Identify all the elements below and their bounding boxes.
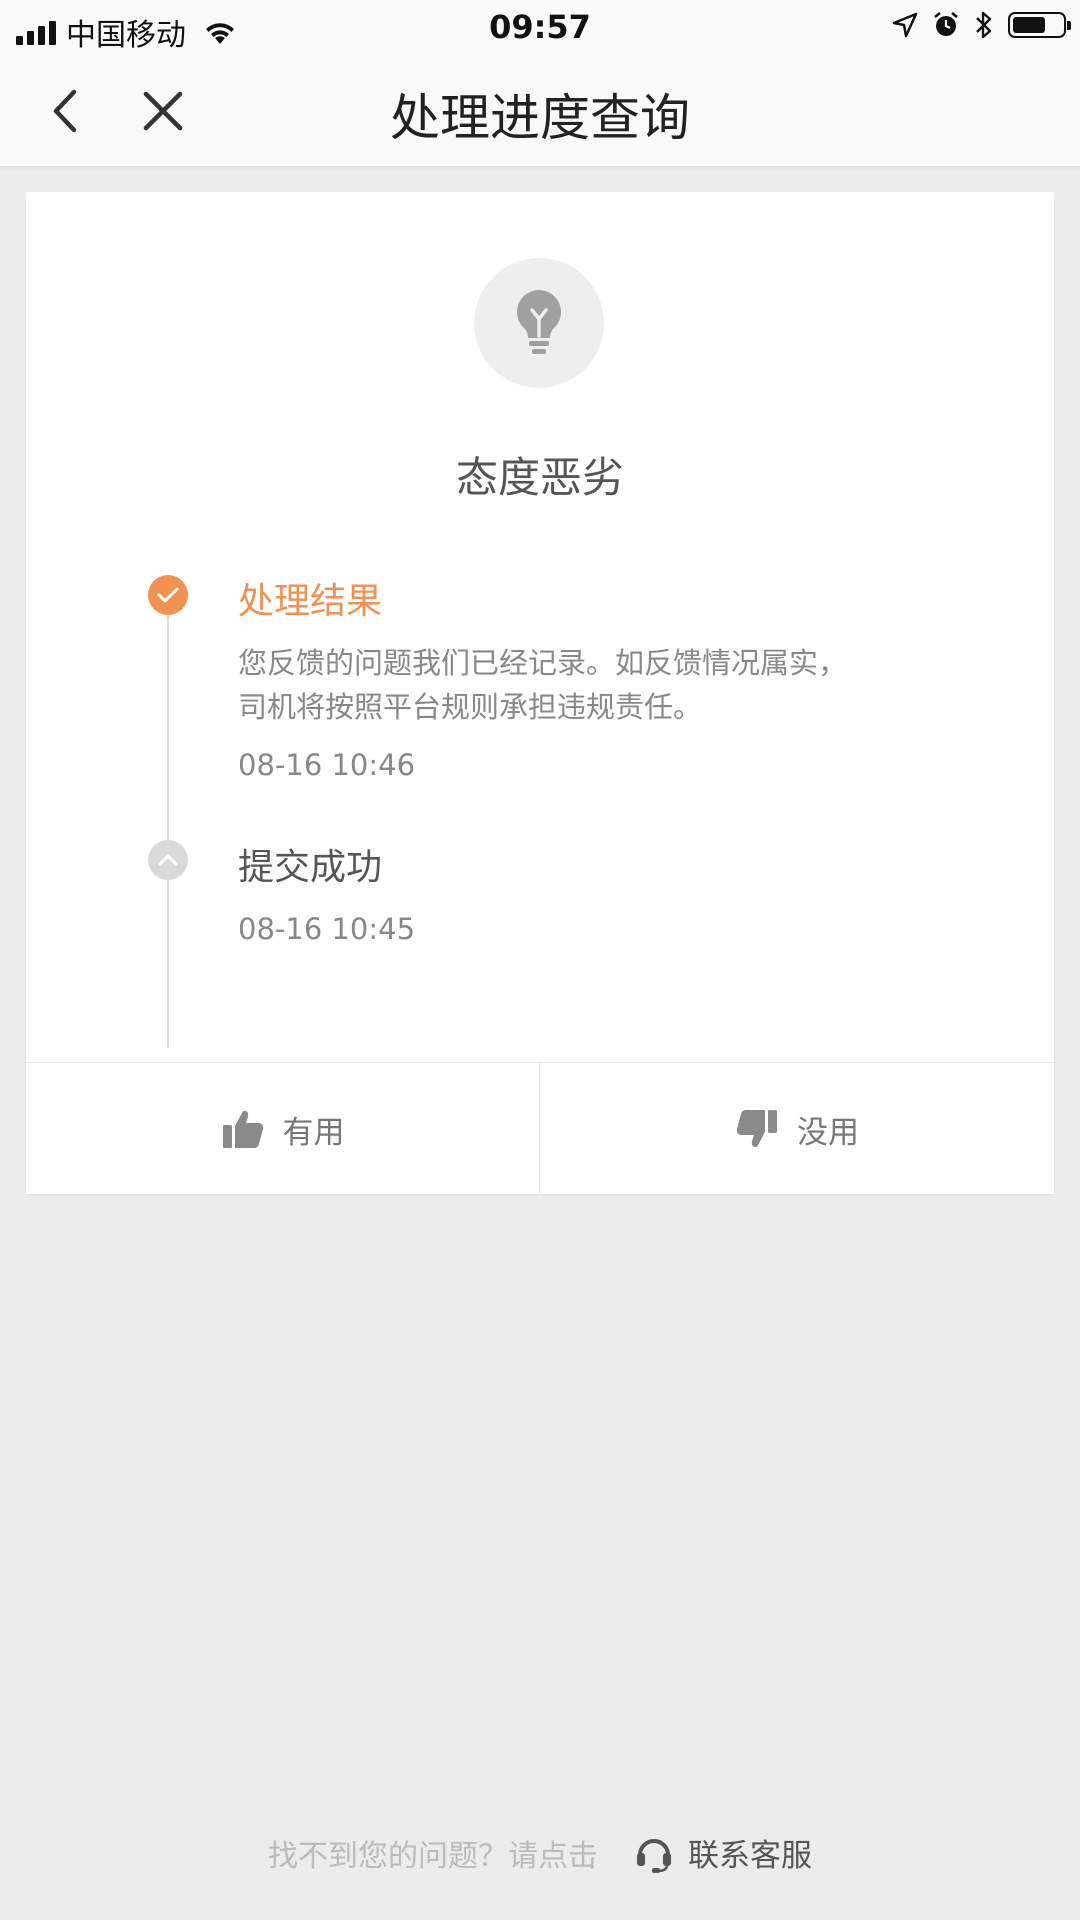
timeline-step-time: 08-16 10:45 bbox=[238, 912, 416, 946]
lightbulb-icon bbox=[516, 289, 562, 354]
check-icon bbox=[148, 575, 188, 615]
feedback-row: 有用 没用 bbox=[26, 1062, 1054, 1195]
status-right bbox=[892, 10, 1071, 40]
timeline-line bbox=[167, 612, 169, 1048]
thumbs-down-icon bbox=[736, 1110, 777, 1148]
timeline-step-title: 处理结果 bbox=[238, 581, 383, 622]
location-icon bbox=[892, 12, 918, 38]
progress-card: 态度恶劣 处理结果 您反馈的问题我们已经记录。如反馈情况属实， 司机将按照平台规… bbox=[26, 192, 1054, 1195]
status-bar: 中国移动 09:57 bbox=[0, 0, 1080, 54]
timeline-step-title: 提交成功 bbox=[238, 847, 383, 888]
useless-button[interactable]: 没用 bbox=[540, 1063, 1054, 1195]
alarm-icon bbox=[934, 11, 958, 36]
bluetooth-icon bbox=[976, 11, 992, 39]
useful-button[interactable]: 有用 bbox=[26, 1063, 540, 1195]
battery-icon bbox=[1008, 12, 1071, 38]
description-line: 司机将按照平台规则承担违规责任。 bbox=[238, 690, 703, 724]
headset-icon bbox=[637, 1838, 671, 1873]
contact-support-button[interactable]: 联系客服 bbox=[634, 1830, 812, 1875]
issue-title: 态度恶劣 bbox=[455, 453, 624, 502]
useless-label: 没用 bbox=[797, 1114, 859, 1151]
footer-prompt: 找不到您的问题？请点击 bbox=[268, 1838, 598, 1874]
chevron-up-icon bbox=[148, 840, 188, 880]
nav-bar: 处理进度查询 bbox=[0, 54, 1080, 166]
timeline-step-time: 08-16 10:46 bbox=[238, 748, 416, 782]
description-line: 您反馈的问题我们已经记录。如反馈情况属实， bbox=[238, 646, 848, 680]
useful-label: 有用 bbox=[282, 1114, 345, 1151]
contact-support-label: 联系客服 bbox=[688, 1838, 812, 1874]
issue-icon-circle bbox=[474, 258, 604, 388]
thumbs-up-icon bbox=[222, 1110, 263, 1148]
page-title: 处理进度查询 bbox=[390, 89, 690, 147]
footer: 找不到您的问题？请点击 联系客服 bbox=[0, 1830, 1080, 1875]
timeline-step-description: 您反馈的问题我们已经记录。如反馈情况属实， 司机将按照平台规则承担违规责任。 bbox=[238, 641, 958, 729]
